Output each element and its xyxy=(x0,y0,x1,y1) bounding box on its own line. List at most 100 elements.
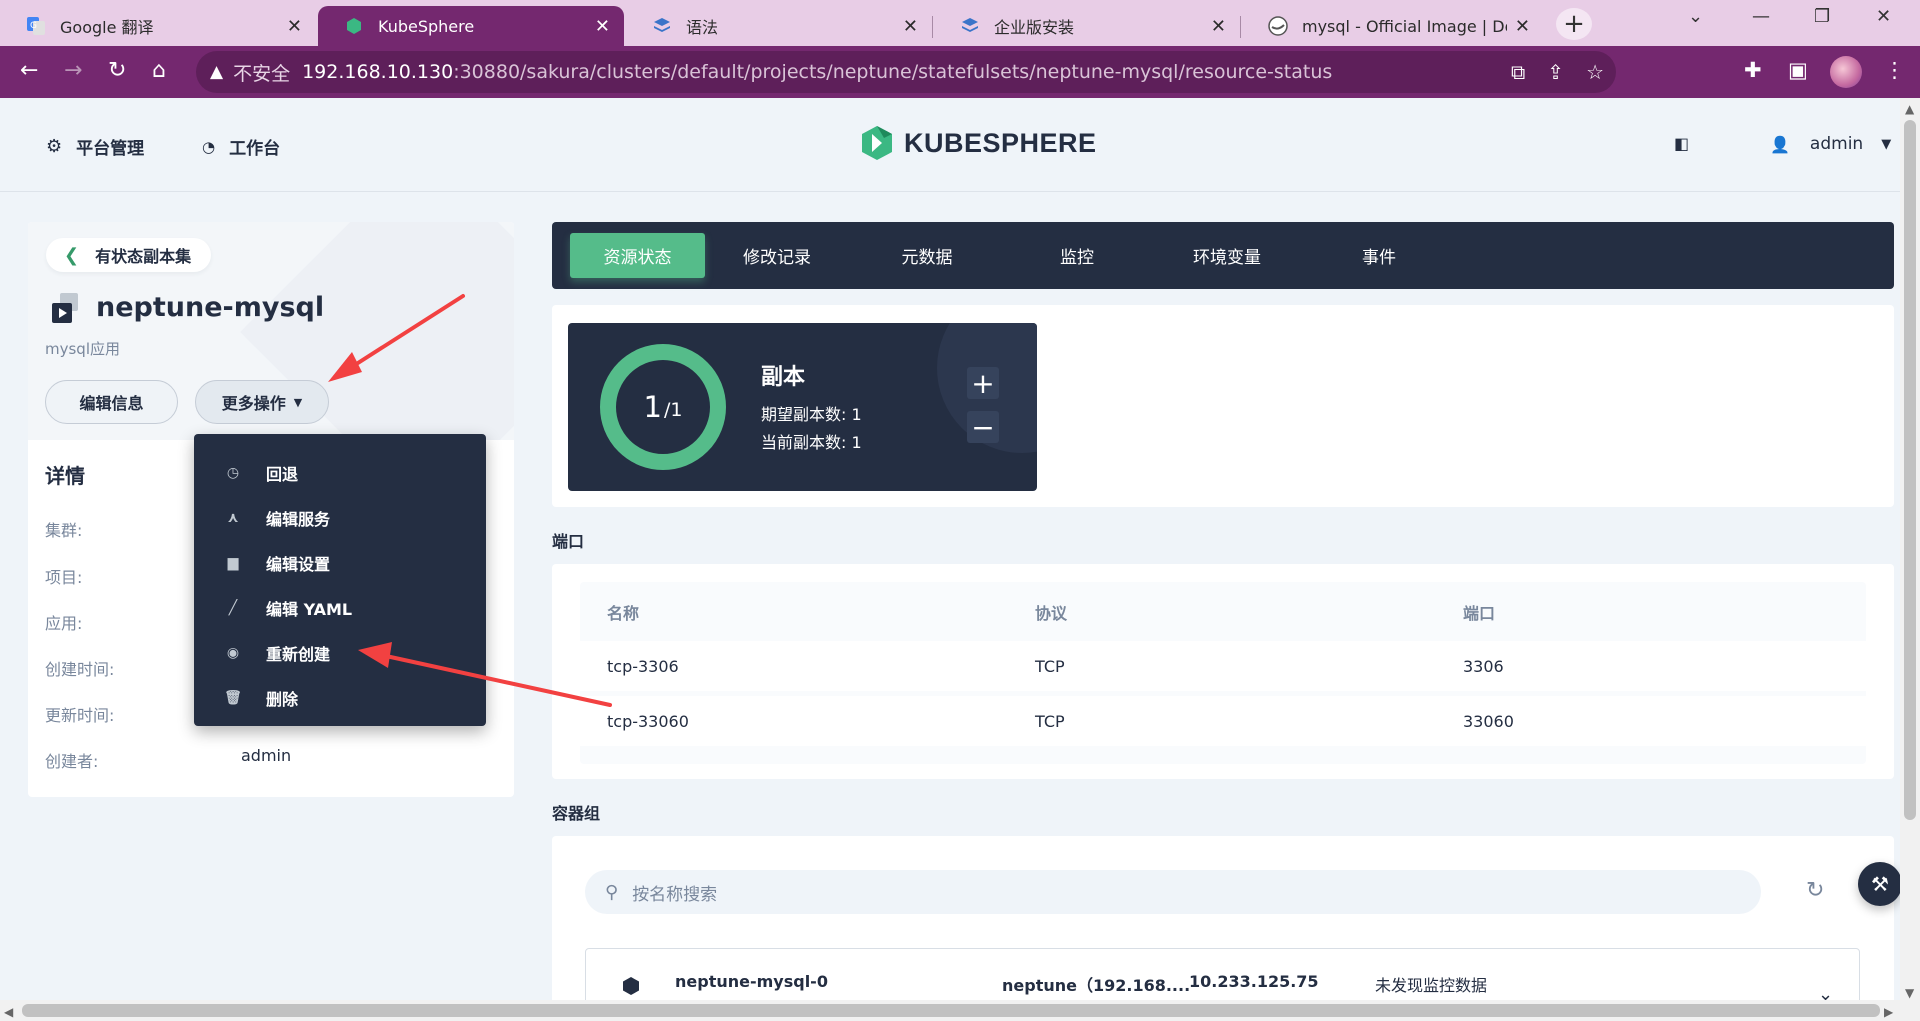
insecure-label: 不安全 xyxy=(233,62,291,85)
replica-desired-count: 期望副本数: 1 xyxy=(761,405,862,424)
browser-tab-google-translate[interactable]: G Google 翻译 ✕ xyxy=(0,6,316,46)
close-icon[interactable]: ✕ xyxy=(287,16,302,37)
ports-title: 端口 xyxy=(552,532,585,551)
profile-avatar[interactable] xyxy=(1830,56,1862,88)
search-icon: ⚲ xyxy=(605,881,619,903)
new-tab-button[interactable]: + xyxy=(1556,8,1592,40)
menu-item-label: 删除 xyxy=(266,689,299,709)
tab-label: mysql - Official Image | Dock xyxy=(1302,16,1507,36)
user-menu[interactable]: 👤 admin ▼ xyxy=(1770,134,1891,154)
detail-tabs: 资源状态 修改记录 元数据 监控 环境变量 事件 xyxy=(552,222,1894,289)
detail-label-project: 项目: xyxy=(45,568,83,587)
translate-icon[interactable]: ⧉ xyxy=(1511,60,1525,84)
detail-label-updated: 更新时间: xyxy=(45,706,115,725)
platform-management-link[interactable]: ⚙ 平台管理 xyxy=(46,134,144,159)
tab-events[interactable]: 事件 xyxy=(1304,233,1454,278)
share-icon[interactable]: ⇪ xyxy=(1547,60,1564,84)
close-icon[interactable]: ✕ xyxy=(1515,16,1530,37)
window-close-icon[interactable]: ✕ xyxy=(1876,6,1891,27)
port-number: 3306 xyxy=(1463,657,1504,676)
menu-item-label: 编辑 YAML xyxy=(266,599,353,619)
statefulset-icon xyxy=(52,292,78,323)
tab-monitoring[interactable]: 监控 xyxy=(1002,233,1152,278)
home-icon[interactable]: ⌂ xyxy=(152,58,166,83)
replica-desired: /1 xyxy=(663,399,683,421)
ports-header-port: 端口 xyxy=(1463,604,1496,623)
pod-name[interactable]: neptune-mysql-0 xyxy=(675,972,828,991)
hammer-icon: ⚒ xyxy=(1871,872,1889,896)
tab-revision-records[interactable]: 修改记录 xyxy=(702,233,852,278)
service-icon: ⋏ xyxy=(227,509,239,526)
pod-node: neptune（192.168.... xyxy=(1002,976,1191,995)
pods-title: 容器组 xyxy=(552,804,601,823)
decrease-replica-button[interactable]: − xyxy=(967,411,999,444)
browser-tab-docker-mysql[interactable]: mysql - Official Image | Dock ✕ xyxy=(1242,6,1544,46)
menu-item-edit-settings[interactable]: ▆ 编辑设置 xyxy=(194,540,486,585)
history-icon: ◷ xyxy=(226,464,240,481)
browser-tab-enterprise-install[interactable]: 企业版安装 ✕ xyxy=(934,6,1240,46)
port-name: tcp-33060 xyxy=(607,712,689,731)
close-icon[interactable]: ✕ xyxy=(903,16,918,37)
pod-ip: 10.233.125.75 xyxy=(1189,972,1319,991)
kubesphere-logo[interactable]: KUBESPHERE xyxy=(858,124,1097,162)
refresh-icon[interactable]: ↻ xyxy=(1806,878,1824,903)
pod-search-input[interactable]: ⚲ 按名称搜索 xyxy=(585,870,1761,914)
scroll-up-icon[interactable]: ▲ xyxy=(1905,102,1914,116)
edit-info-button[interactable]: 编辑信息 xyxy=(45,380,178,424)
replica-card: 1 /1 副本 期望副本数: 1 当前副本数: 1 + − xyxy=(568,323,1037,491)
tab-search-icon[interactable]: ⌄ xyxy=(1688,6,1703,27)
more-actions-button[interactable]: 更多操作 ▼ xyxy=(195,380,329,424)
extensions-icon[interactable]: ✚ xyxy=(1744,58,1762,82)
horizontal-scrollbar-thumb[interactable] xyxy=(22,1004,1880,1017)
minimize-icon[interactable]: — xyxy=(1752,6,1770,27)
browser-tab-kubesphere[interactable]: KubeSphere ✕ xyxy=(318,6,624,46)
port-name: tcp-3306 xyxy=(607,657,679,676)
workbench-link[interactable]: ◔ 工作台 xyxy=(202,134,280,160)
layers-icon xyxy=(652,16,672,36)
tab-environment-variables[interactable]: 环境变量 xyxy=(1152,233,1302,278)
detail-label-app: 应用: xyxy=(45,614,83,633)
back-icon[interactable]: ← xyxy=(20,58,38,83)
tab-label: 语法 xyxy=(686,18,719,37)
forward-icon[interactable]: → xyxy=(64,58,82,83)
table-row xyxy=(580,696,1866,746)
bookmark-star-icon[interactable]: ☆ xyxy=(1586,60,1604,84)
caret-down-icon: ▼ xyxy=(293,395,303,409)
menu-item-edit-service[interactable]: ⋏ 编辑服务 xyxy=(194,495,486,540)
browser-toolbar: ← → ↻ ⌂ ▲ 不安全 192.168.10.130 :30880/saku… xyxy=(0,46,1920,98)
side-panel-icon[interactable]: ▣ xyxy=(1788,58,1808,82)
maximize-icon[interactable]: ❐ xyxy=(1814,6,1830,27)
menu-item-rollback[interactable]: ◷ 回退 xyxy=(194,450,486,495)
browser-tab-grammar[interactable]: 语法 ✕ xyxy=(626,6,932,46)
tab-metadata[interactable]: 元数据 xyxy=(852,233,1002,278)
menu-item-label: 重新创建 xyxy=(266,644,331,664)
toolbox-hammer-button[interactable]: ⚒ xyxy=(1858,862,1902,906)
scroll-down-icon[interactable]: ▼ xyxy=(1905,986,1914,1000)
scroll-right-icon[interactable]: ▶ xyxy=(1884,1005,1893,1019)
resource-summary: ❮ 有状态副本集 neptune-mysql mysql应用 编辑信息 更多操作… xyxy=(28,222,514,440)
platform-label: 平台管理 xyxy=(76,139,145,159)
address-bar[interactable]: ▲ 不安全 192.168.10.130 :30880/sakura/clust… xyxy=(196,51,1616,93)
resource-description: mysql应用 xyxy=(45,340,120,358)
more-actions-menu: ◷ 回退 ⋏ 编辑服务 ▆ 编辑设置 ╱ 编辑 YAML ◉ 重新创建 🗑 删除 xyxy=(194,434,486,726)
warning-icon[interactable]: ▲ xyxy=(210,62,223,82)
notification-icon[interactable]: ◧ xyxy=(1674,134,1689,153)
close-icon[interactable]: ✕ xyxy=(1211,16,1226,37)
pod-monitor-status: 未发现监控数据 xyxy=(1375,976,1488,995)
menu-item-recreate[interactable]: ◉ 重新创建 xyxy=(194,630,486,675)
reload-icon[interactable]: ↻ xyxy=(108,58,126,83)
port-protocol: TCP xyxy=(1035,712,1065,731)
vertical-scrollbar-thumb[interactable] xyxy=(1904,120,1916,820)
back-to-statefulsets-button[interactable]: ❮ 有状态副本集 xyxy=(46,238,212,272)
svg-text:G: G xyxy=(30,21,37,31)
pod-hexagon-icon xyxy=(623,977,639,995)
ports-header-protocol: 协议 xyxy=(1035,604,1068,623)
increase-replica-button[interactable]: + xyxy=(967,367,999,400)
replica-current: 1 xyxy=(643,390,662,424)
browser-menu-icon[interactable]: ⋮ xyxy=(1884,58,1905,82)
close-icon[interactable]: ✕ xyxy=(595,16,610,37)
menu-item-delete[interactable]: 🗑 删除 xyxy=(194,675,486,720)
tab-resource-status[interactable]: 资源状态 xyxy=(570,233,705,278)
menu-item-edit-yaml[interactable]: ╱ 编辑 YAML xyxy=(194,585,486,630)
scroll-left-icon[interactable]: ◀ xyxy=(4,1005,13,1019)
